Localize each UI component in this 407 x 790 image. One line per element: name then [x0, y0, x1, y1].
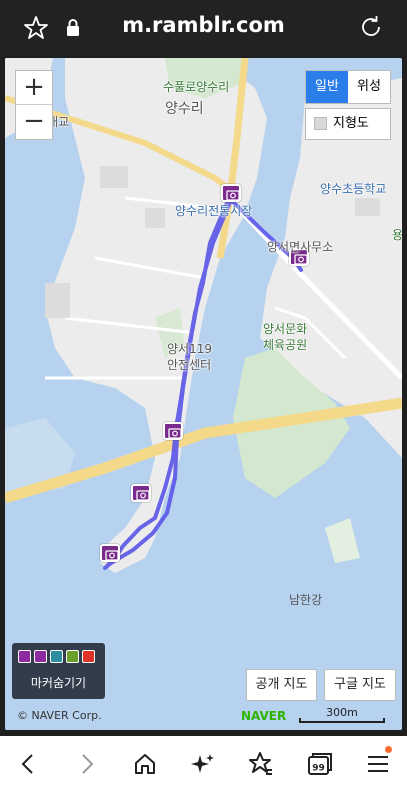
map-label-school: 양수초등학교 [320, 182, 387, 196]
map-label-yangsuri: 양수리 [165, 101, 204, 117]
scale-bar [299, 718, 385, 723]
map-type-toggle: 일반 위성 [305, 70, 391, 104]
photo-marker[interactable] [100, 544, 120, 562]
notification-dot [385, 746, 392, 753]
open-map-button[interactable]: 공개 지도 [246, 669, 317, 701]
zoom-out-button[interactable]: − [16, 105, 52, 139]
bookmark-star-icon[interactable] [247, 750, 275, 778]
map-label-office: 양서면사무소 [267, 240, 334, 254]
memo-legend-icon [66, 650, 79, 663]
address-bar-url[interactable]: m.ramblr.com [0, 13, 407, 37]
reload-icon[interactable] [357, 13, 385, 41]
map-label-supullo: 수풀로양수리 [163, 80, 230, 94]
map-label-safety-2: 안전센터 [167, 358, 212, 372]
hide-markers-label[interactable]: 마커숨기기 [12, 674, 105, 691]
map-label-sports-1: 양서문화 [263, 322, 308, 336]
menu-icon[interactable] [364, 750, 392, 778]
terrain-toggle[interactable]: 지형도 [305, 108, 391, 140]
map-type-normal-button[interactable]: 일반 [306, 71, 348, 103]
photo-legend-icon [18, 650, 31, 663]
map-copyright: © NAVER Corp. [17, 709, 102, 722]
map-scale: 300m [299, 706, 385, 723]
map-label-river: 남한강 [289, 593, 323, 607]
forward-icon[interactable] [73, 750, 101, 778]
photo-marker[interactable] [163, 422, 183, 440]
map-label-edge: 용 [392, 228, 402, 242]
map-base-graphics [5, 58, 402, 730]
marker-legend[interactable]: 마커숨기기 [12, 643, 105, 699]
tabs-icon[interactable]: 99 [305, 750, 333, 778]
photo-marker[interactable] [131, 484, 151, 502]
map-label-market: 양수리전통시장 [175, 204, 253, 218]
sparkle-icon[interactable] [189, 750, 217, 778]
map-label-sports-2: 체육공원 [263, 338, 308, 352]
google-map-button[interactable]: 구글 지도 [324, 669, 396, 701]
zoom-in-button[interactable]: + [16, 71, 52, 105]
zoom-control: + − [15, 70, 53, 140]
terrain-checkbox[interactable] [314, 117, 327, 130]
browser-top-bar: m.ramblr.com [0, 0, 407, 55]
terrain-label: 지형도 [333, 116, 369, 131]
map-type-satellite-button[interactable]: 위성 [348, 71, 390, 103]
map-view[interactable]: 수풀로양수리 양수리 양수대교 양수리전통시장 양수초등학교 양서면사무소 양서… [5, 58, 402, 730]
naver-logo: NAVER [241, 709, 287, 723]
info-legend-icon [50, 650, 63, 663]
back-icon[interactable] [14, 750, 42, 778]
map-label-safety-1: 양서119 [167, 342, 212, 356]
photo-marker[interactable] [221, 184, 241, 202]
tabs-count: 99 [312, 764, 325, 774]
legend-icons [18, 650, 95, 663]
flag-legend-icon [82, 650, 95, 663]
browser-bottom-bar: 99 [0, 736, 407, 790]
home-icon[interactable] [131, 750, 159, 778]
video-legend-icon [34, 650, 47, 663]
